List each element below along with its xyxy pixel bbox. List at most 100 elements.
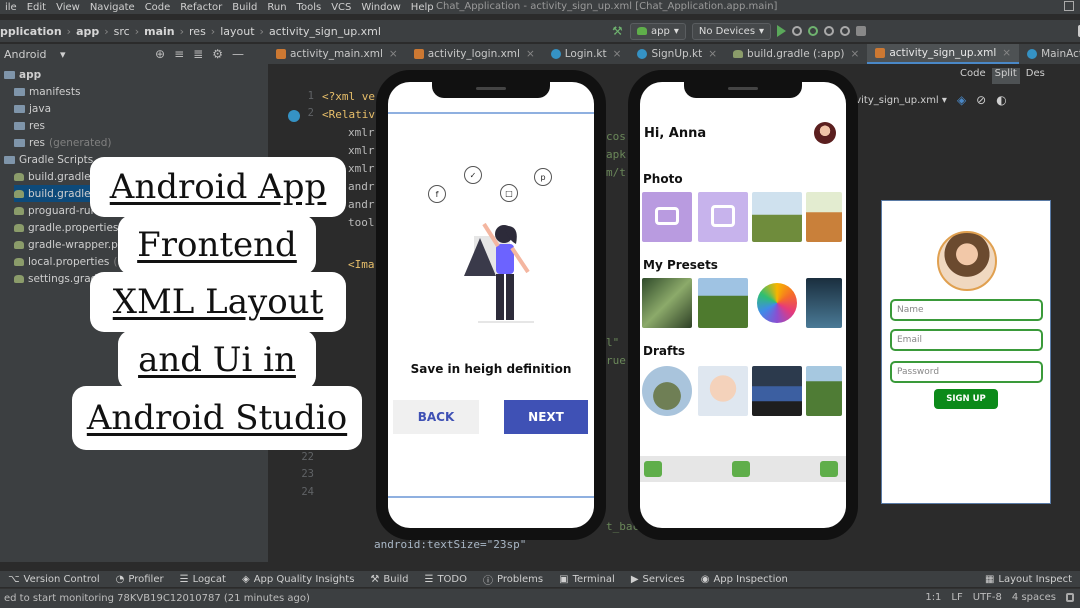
run-config-dropdown[interactable]: app ▾: [630, 22, 686, 40]
email-field[interactable]: Email: [890, 329, 1043, 351]
layers-icon[interactable]: ◈: [957, 93, 966, 107]
breadcrumb-item[interactable]: src: [114, 25, 130, 38]
line-separator[interactable]: LF: [951, 592, 962, 603]
tree-item[interactable]: java: [14, 100, 51, 117]
tab-activity-main-xml[interactable]: activity_main.xml ×: [268, 44, 406, 64]
locate-icon[interactable]: ⊕: [155, 47, 165, 61]
cursor-position[interactable]: 1:1: [925, 592, 941, 603]
run-icon[interactable]: [777, 25, 787, 37]
user-avatar[interactable]: [814, 122, 836, 144]
menu-item-edit[interactable]: Edit: [22, 2, 51, 13]
tab-signup-kt[interactable]: SignUp.kt ×: [629, 44, 725, 64]
tree-item[interactable]: manifests: [14, 83, 80, 100]
draft-thumbnail[interactable]: [698, 366, 748, 416]
tool-window-layout-inspect[interactable]: ▦ Layout Inspect: [977, 574, 1080, 585]
view-code-button[interactable]: Code: [960, 68, 986, 84]
no-constraints-icon[interactable]: ⊘: [976, 93, 986, 107]
theme-icon[interactable]: ◐: [996, 93, 1006, 107]
preset-thumbnail[interactable]: [806, 278, 842, 328]
layout-preview[interactable]: Name Email Password SIGN UP: [881, 200, 1051, 504]
layout-file-dropdown[interactable]: ctivity_sign_up.xml ▾: [843, 95, 947, 106]
tree-item[interactable]: proguard-rule: [14, 202, 100, 219]
android-icon[interactable]: [820, 461, 838, 477]
tool-window-app-quality-insights[interactable]: ◈ App Quality Insights: [234, 574, 362, 585]
menu-item-code[interactable]: Code: [140, 2, 176, 13]
tab-login-kt[interactable]: Login.kt ×: [543, 44, 630, 64]
preset-thumbnail[interactable]: [642, 278, 692, 328]
tree-item[interactable]: res (generated): [14, 134, 111, 151]
android-icon[interactable]: [644, 461, 662, 477]
close-icon[interactable]: ×: [851, 48, 860, 60]
restore-window-icon[interactable]: [1064, 1, 1074, 11]
indent-setting[interactable]: 4 spaces: [1012, 592, 1056, 603]
breadcrumb-item[interactable]: layout: [220, 25, 254, 38]
stop-icon[interactable]: [856, 26, 867, 36]
close-icon[interactable]: ×: [1002, 47, 1011, 59]
preset-thumbnail[interactable]: [698, 278, 748, 328]
tool-window-build[interactable]: ⚒ Build: [362, 574, 416, 585]
tree-item[interactable]: gradle.properties(P: [14, 219, 133, 236]
gallery-tile[interactable]: [698, 192, 748, 242]
menu-item-run[interactable]: Run: [262, 2, 291, 13]
breadcrumb-item[interactable]: pplication: [0, 25, 62, 38]
menu-item-vcs[interactable]: VCS: [326, 2, 356, 13]
breadcrumb-item[interactable]: res: [189, 25, 206, 38]
view-split-button[interactable]: Split: [991, 68, 1020, 84]
tool-window-terminal[interactable]: ▣ Terminal: [551, 574, 623, 585]
menu-item-build[interactable]: Build: [227, 2, 262, 13]
tab-activity-sign-up-xml[interactable]: activity_sign_up.xml ×: [867, 44, 1020, 64]
tree-item[interactable]: res: [14, 117, 45, 134]
hammer-icon[interactable]: ⚒: [612, 25, 624, 37]
tree-item[interactable]: Gradle Scripts: [4, 151, 93, 168]
tool-window-version-control[interactable]: ⌥ Version Control: [0, 574, 108, 585]
menu-item-window[interactable]: Window: [356, 2, 405, 13]
draft-thumbnail[interactable]: [752, 366, 802, 416]
tab-activity-login-xml[interactable]: activity_login.xml ×: [406, 44, 543, 64]
gear-icon[interactable]: ⚙: [212, 47, 223, 61]
sign-up-button[interactable]: SIGN UP: [934, 389, 998, 409]
tab-build-gradle-app-[interactable]: build.gradle (:app) ×: [725, 44, 867, 64]
tab-mainactivity-kt[interactable]: MainActivity.kt×: [1019, 44, 1080, 64]
tree-item[interactable]: app: [4, 66, 41, 83]
file-encoding[interactable]: UTF-8: [973, 592, 1002, 603]
name-field[interactable]: Name: [890, 299, 1043, 321]
menu-item-refactor[interactable]: Refactor: [175, 2, 227, 13]
project-view-dropdown[interactable]: Android ▾: [4, 48, 66, 61]
apply-changes-icon[interactable]: [792, 26, 803, 36]
menu-item-ile[interactable]: ile: [0, 2, 22, 13]
back-button[interactable]: BACK: [393, 400, 479, 434]
camera-tile[interactable]: [642, 192, 692, 242]
breadcrumb-item[interactable]: activity_sign_up.xml: [269, 25, 381, 38]
close-icon[interactable]: ×: [708, 48, 717, 60]
lock-icon[interactable]: [1066, 593, 1074, 602]
draft-thumbnail[interactable]: [806, 366, 842, 416]
preset-thumbnail[interactable]: [752, 278, 802, 328]
tool-window-app-inspection[interactable]: ◉ App Inspection: [693, 574, 796, 585]
menu-item-navigate[interactable]: Navigate: [85, 2, 140, 13]
debug-icon[interactable]: [808, 26, 819, 36]
photo-thumbnail[interactable]: [806, 192, 842, 242]
menu-item-view[interactable]: View: [51, 2, 85, 13]
menu-item-tools[interactable]: Tools: [292, 2, 327, 13]
android-icon[interactable]: [732, 461, 750, 477]
expand-all-icon[interactable]: ≡: [174, 47, 184, 61]
close-icon[interactable]: ×: [389, 48, 398, 60]
attach-debugger-icon[interactable]: [840, 26, 851, 36]
tool-window-todo[interactable]: ☰ TODO: [416, 574, 475, 585]
menu-item-help[interactable]: Help: [406, 2, 439, 13]
hide-icon[interactable]: —: [232, 47, 244, 61]
next-button[interactable]: NEXT: [504, 400, 588, 434]
draft-thumbnail[interactable]: [642, 366, 692, 416]
breadcrumb-item[interactable]: main: [144, 25, 175, 38]
profile-icon[interactable]: [824, 26, 835, 36]
close-icon[interactable]: ×: [526, 48, 535, 60]
tool-window-services[interactable]: ▶ Services: [623, 574, 693, 585]
tool-window-profiler[interactable]: ◔ Profiler: [108, 574, 172, 585]
tool-window-problems[interactable]: ⓘ Problems: [475, 572, 551, 587]
photo-thumbnail[interactable]: [752, 192, 802, 242]
password-field[interactable]: Password: [890, 361, 1043, 383]
breadcrumb-item[interactable]: app: [76, 25, 99, 38]
tool-window-logcat[interactable]: ☰ Logcat: [172, 574, 234, 585]
close-icon[interactable]: ×: [613, 48, 622, 60]
collapse-all-icon[interactable]: ≣: [193, 47, 203, 61]
